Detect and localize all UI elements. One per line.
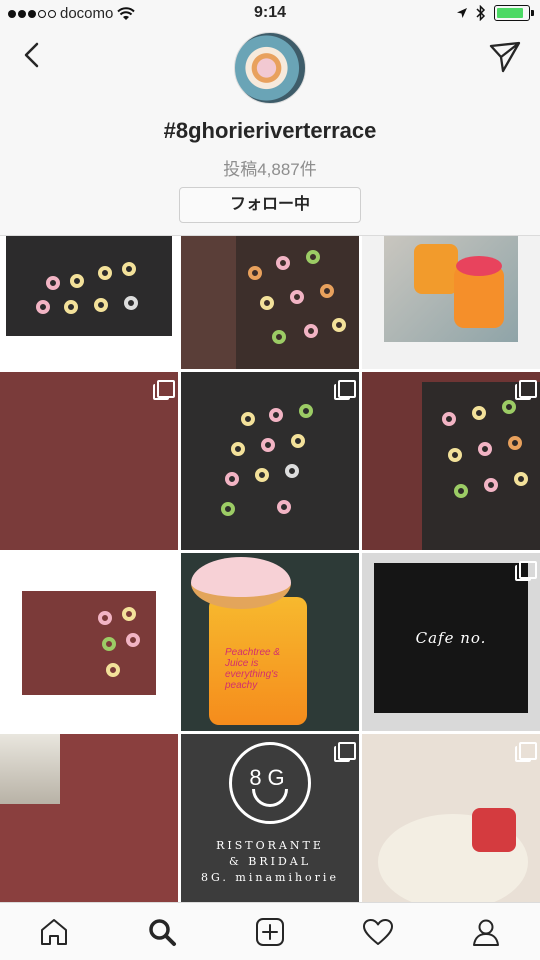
tab-home[interactable] [34,912,74,952]
battery-icon [494,5,534,21]
paper-plane-icon[interactable] [488,40,522,74]
multiple-photos-icon [515,561,537,581]
cafe-sign-text: Cafe no. [415,629,487,647]
tab-profile[interactable] [466,912,506,952]
following-button[interactable]: フォロー中 [179,187,361,223]
grid-post[interactable] [0,236,178,369]
add-post-icon [256,917,284,946]
white-tree-photo [0,734,60,804]
dessert-cake [472,808,516,852]
multiple-photos-icon [334,742,356,762]
hashtag-title: #8ghorieriverterrace [163,118,377,143]
brand-line: 8G. minamihorie [201,871,339,884]
tab-activity[interactable] [358,912,398,952]
grid-post[interactable]: Peachtree & Juice is everything's peachy [181,553,359,731]
donut-wall-photo [236,236,359,369]
post-grid: Peachtree & Juice is everything's peachy… [0,236,540,902]
grid-post[interactable]: 8G RISTORANTE & BRIDAL 8G. minamihorie [181,734,359,902]
multiple-photos-icon [334,380,356,400]
search-icon [149,918,176,946]
restaurant-logo: 8G [229,742,311,824]
grid-post[interactable] [362,372,540,550]
multiple-photos-icon [515,380,537,400]
multiple-photos-icon [515,742,537,762]
grid-post[interactable] [362,236,540,369]
bluetooth-icon [476,5,486,21]
juice-label: Peachtree & Juice is everything's peachy [225,647,281,691]
heart-icon [363,918,393,945]
location-arrow-icon [457,8,467,18]
chevron-left-icon[interactable] [18,40,48,70]
brand-line: & BRIDAL [228,855,312,868]
juice-photo [384,236,518,342]
logo-text: 8G [249,765,291,790]
battery-level [497,8,523,18]
tab-search[interactable] [142,912,182,952]
smile-mark [252,789,288,807]
status-bar: docomo 9:14 [0,0,540,28]
grid-post[interactable] [0,734,178,902]
hashtag-avatar [234,32,306,104]
donut-wall-photo [22,591,156,695]
grid-post[interactable] [0,372,178,550]
home-icon [41,918,67,945]
grid-post[interactable] [362,734,540,902]
tab-add-post[interactable] [250,912,290,952]
multiple-photos-icon [153,380,175,400]
restaurant-brand: RISTORANTE & BRIDAL 8G. minamihorie [181,838,359,886]
post-count: 投稿4,887件 [223,160,317,179]
grid-post[interactable] [181,236,359,369]
grid-post[interactable] [0,553,178,731]
grid-post[interactable]: Cafe no. [362,553,540,731]
profile-icon [473,919,499,946]
donut-topping [191,557,291,609]
bottom-tab-bar [0,902,540,960]
status-icons [456,5,534,21]
donut-wall-photo [422,382,540,550]
grid-post[interactable] [181,372,359,550]
cafe-sign: Cafe no. [374,563,528,713]
donut-wall-photo [6,236,172,336]
brand-line: RISTORANTE [216,839,324,852]
hashtag-header: #8ghorieriverterrace 投稿4,887件 フォロー中 [0,28,540,236]
